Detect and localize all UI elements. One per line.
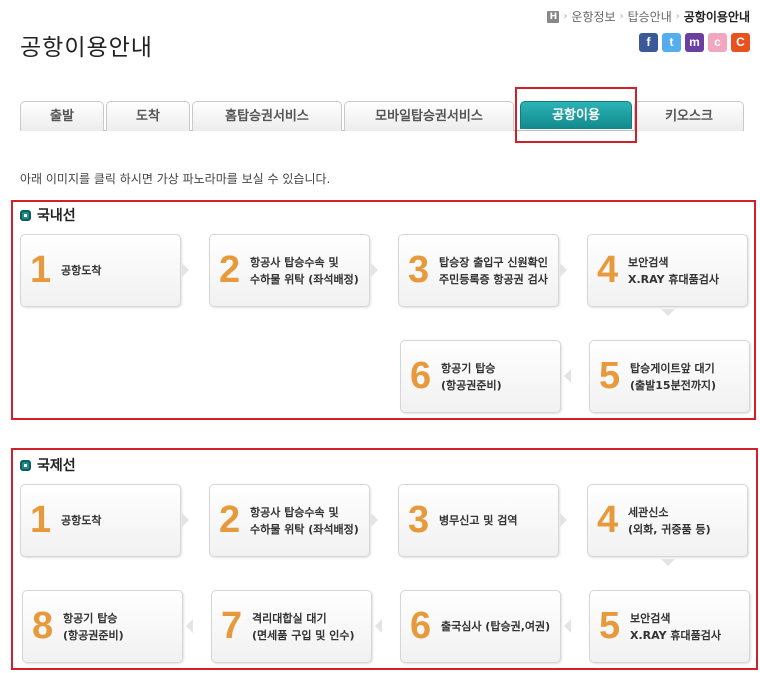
step-number: 2 xyxy=(219,499,241,541)
step-number: 7 xyxy=(221,605,243,647)
twitter-icon[interactable]: t xyxy=(662,33,681,52)
step-number: 1 xyxy=(30,499,52,541)
international-step-1[interactable]: 1 공항도착 xyxy=(20,484,181,557)
international-step-7[interactable]: 7 격리대합실 대기 (면세품 구입 및 인수) xyxy=(211,590,372,663)
step-number: 3 xyxy=(408,499,430,541)
step-label: 탑승장 출입구 신원확인 주민등록증 항공권 검사 xyxy=(439,255,548,286)
breadcrumb-separator-icon: › xyxy=(675,11,680,22)
section-bullet-icon xyxy=(20,209,31,221)
international-title-text: 국제선 xyxy=(37,458,76,474)
step-label: 세관신소 (외화, 귀중품 등) xyxy=(628,505,711,536)
domestic-section-title: 국내선 xyxy=(20,205,76,225)
step-label: 보안검색 X.RAY 휴대품검사 xyxy=(630,611,721,642)
me2day-icon[interactable]: m xyxy=(685,33,704,52)
step-label: 공항도착 xyxy=(61,264,102,277)
tab-departure[interactable]: 출발 xyxy=(20,101,104,131)
tab-home-boarding-pass[interactable]: 홈탑승권서비스 xyxy=(192,101,342,131)
step-label: 출국심사 (탑승권,여권) xyxy=(441,620,551,633)
breadcrumb-separator-icon: › xyxy=(619,11,624,22)
step-number: 3 xyxy=(408,249,430,291)
breadcrumb-item-flight-info[interactable]: 운항정보 xyxy=(571,8,615,25)
domestic-step-2[interactable]: 2 항공사 탑승수속 및 수하물 위탁 (좌석배정) xyxy=(209,234,370,307)
domestic-step-3[interactable]: 3 탑승장 출입구 신원확인 주민등록증 항공권 검사 xyxy=(398,234,559,307)
step-label: 공항도착 xyxy=(61,514,102,527)
cyworld-icon[interactable]: c xyxy=(708,33,727,52)
step-number: 6 xyxy=(410,605,432,647)
international-step-8[interactable]: 8 항공기 탑승 (항공권준비) xyxy=(22,590,183,663)
step-number: 5 xyxy=(599,355,621,397)
arrow-right-icon xyxy=(371,513,378,527)
international-step-5[interactable]: 5 보안검색 X.RAY 휴대품검사 xyxy=(589,590,750,663)
international-step-6[interactable]: 6 출국심사 (탑승권,여권) xyxy=(400,590,561,663)
breadcrumb-item-current: 공항이용안내 xyxy=(683,10,750,24)
international-step-4[interactable]: 4 세관신소 (외화, 귀중품 등) xyxy=(587,484,748,557)
domestic-step-6[interactable]: 6 항공기 탑승 (항공권준비) xyxy=(400,340,561,413)
facebook-icon[interactable]: f xyxy=(639,33,658,52)
step-number: 2 xyxy=(219,249,241,291)
step-label: 병무신고 및 검역 xyxy=(439,514,518,527)
arrow-right-icon xyxy=(371,263,378,277)
tab-mobile-boarding-pass[interactable]: 모바일탑승권서비스 xyxy=(344,101,514,131)
home-icon[interactable]: H xyxy=(547,10,560,23)
section-bullet-icon xyxy=(20,459,31,471)
step-label: 항공기 탑승 (항공권준비) xyxy=(441,361,502,392)
step-number: 1 xyxy=(30,249,52,291)
step-label: 보안검색 X.RAY 휴대품검사 xyxy=(628,255,719,286)
step-number: 6 xyxy=(410,355,432,397)
domestic-step-4[interactable]: 4 보안검색 X.RAY 휴대품검사 xyxy=(587,234,748,307)
arrow-down-icon xyxy=(661,559,675,566)
international-step-3[interactable]: 3 병무신고 및 검역 xyxy=(398,484,559,557)
domestic-step-5[interactable]: 5 탑승게이트앞 대기 (출발15분전까지) xyxy=(589,340,750,413)
active-tab-highlight xyxy=(515,87,637,143)
international-step-2[interactable]: 2 항공사 탑승수속 및 수하물 위탁 (좌석배정) xyxy=(209,484,370,557)
breadcrumb: H › 운항정보 › 탑승안내 › 공항이용안내 xyxy=(547,8,750,25)
step-label: 항공사 탑승수속 및 수하물 위탁 (좌석배정) xyxy=(250,255,359,286)
step-label: 항공사 탑승수속 및 수하물 위탁 (좌석배정) xyxy=(250,505,359,536)
domestic-title-text: 국내선 xyxy=(37,208,76,224)
tab-kiosk[interactable]: 키오스크 xyxy=(634,101,744,131)
arrow-left-icon xyxy=(186,619,193,633)
page-title: 공항이용안내 xyxy=(20,35,153,61)
arrow-right-icon xyxy=(560,263,567,277)
tab-arrival[interactable]: 도착 xyxy=(106,101,190,131)
clog-icon[interactable]: C xyxy=(731,33,750,52)
domestic-step-1[interactable]: 1 공항도착 xyxy=(20,234,181,307)
step-number: 4 xyxy=(597,499,619,541)
breadcrumb-item-boarding-guide[interactable]: 탑승안내 xyxy=(628,8,672,25)
international-section-title: 국제선 xyxy=(20,455,76,475)
arrow-right-icon xyxy=(560,513,567,527)
step-label: 항공기 탑승 (항공권준비) xyxy=(63,611,124,642)
arrow-left-icon xyxy=(375,619,382,633)
arrow-down-icon xyxy=(661,309,675,316)
arrow-right-icon xyxy=(182,263,189,277)
breadcrumb-separator-icon: › xyxy=(563,11,568,22)
step-label: 탑승게이트앞 대기 (출발15분전까지) xyxy=(630,361,717,392)
step-number: 5 xyxy=(599,605,621,647)
arrow-right-icon xyxy=(182,513,189,527)
arrow-left-icon xyxy=(564,369,571,383)
intro-text: 아래 이미지를 클릭 하시면 가상 파노라마를 보실 수 있습니다. xyxy=(20,172,331,186)
arrow-left-icon xyxy=(564,619,571,633)
social-share-bar: f t m c C xyxy=(639,33,750,52)
step-number: 4 xyxy=(597,249,619,291)
step-label: 격리대합실 대기 (면세품 구입 및 인수) xyxy=(252,611,355,642)
step-number: 8 xyxy=(32,605,54,647)
